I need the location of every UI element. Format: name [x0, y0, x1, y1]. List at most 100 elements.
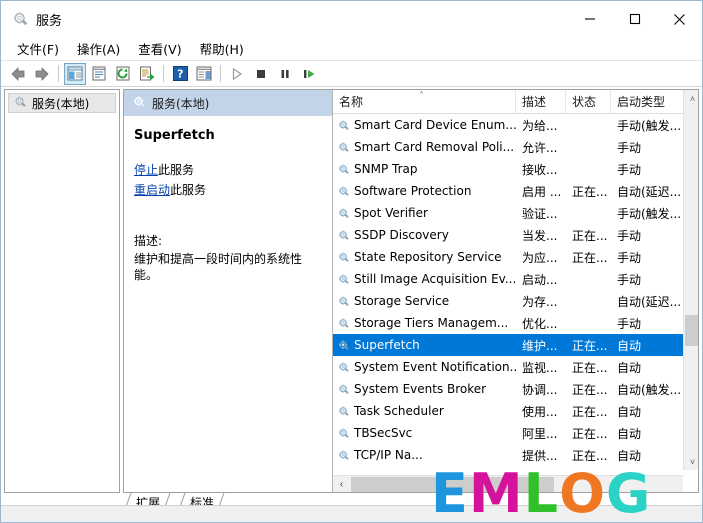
table-row[interactable]: Still Image Acquisition Ev... 启动... 手动 [333, 268, 683, 290]
tree-item-services-local[interactable]: 服务(本地) [8, 93, 116, 113]
cell-status: 正在... [572, 404, 608, 419]
toolbar: ? [1, 61, 702, 87]
minimize-button[interactable] [567, 1, 612, 37]
services-gear-icon [13, 95, 27, 112]
svg-text:?: ? [177, 68, 183, 81]
menu-bar: 文件(F) 操作(A) 查看(V) 帮助(H) [1, 37, 702, 61]
cell-service-name: TCP/IP Na... [333, 448, 516, 462]
refresh-icon[interactable] [112, 63, 134, 85]
cell-startup-type: 自动(延迟... [617, 294, 682, 309]
cell-service-name: Storage Tiers Managem... [333, 316, 516, 330]
cell-service-name: Smart Card Removal Poli... [333, 140, 516, 154]
column-header-description[interactable]: 描述 [516, 90, 566, 113]
service-name-label: System Event Notification... [354, 360, 516, 374]
export-list-icon[interactable] [136, 63, 158, 85]
list-vertical-scrollbar[interactable]: ˄ ˅ [683, 90, 698, 470]
cell-description: 监视... [522, 360, 558, 375]
cell-status: 正在... [572, 250, 608, 265]
restart-service-link[interactable]: 重启动 [134, 183, 170, 197]
menu-view[interactable]: 查看(V) [129, 36, 190, 61]
cell-status: 正在... [572, 426, 608, 441]
service-name-label: Storage Service [354, 294, 450, 308]
detail-pane-header: 服务(本地) [124, 90, 332, 116]
service-name-label: Smart Card Removal Poli... [354, 140, 515, 154]
emlog-watermark: EMLOG [431, 467, 651, 521]
table-row[interactable]: System Events Broker 协调... 正在... 自动(触发... [333, 378, 683, 400]
cell-service-name: TBSecSvc [333, 426, 516, 440]
column-header-name[interactable]: 名称 ˄ [333, 90, 516, 113]
table-row[interactable]: State Repository Service 为应... 正在... 手动 [333, 246, 683, 268]
cell-status: 正在... [572, 184, 608, 199]
table-row[interactable]: Superfetch 维护... 正在... 自动 [333, 334, 683, 356]
table-row[interactable]: Software Protection 启用 ... 正在... 自动(延迟... [333, 180, 683, 202]
properties-icon[interactable] [88, 63, 110, 85]
vertical-scroll-thumb[interactable] [685, 315, 698, 346]
service-gear-icon [337, 339, 350, 352]
stop-service-icon[interactable] [250, 63, 272, 85]
show-action-pane-icon[interactable] [193, 63, 215, 85]
table-row[interactable]: Storage Service 为存... 自动(延迟... [333, 290, 683, 312]
service-name-label: Storage Tiers Managem... [354, 316, 509, 330]
pause-service-icon[interactable] [274, 63, 296, 85]
toolbar-separator-2 [163, 65, 164, 82]
cell-description: 当发... [522, 228, 558, 243]
table-row[interactable]: SSDP Discovery 当发... 正在... 手动 [333, 224, 683, 246]
show-hide-tree-icon[interactable] [64, 62, 86, 85]
cell-description: 为给... [522, 118, 558, 133]
console-tree-pane: 服务(本地) [4, 89, 120, 493]
help-icon[interactable]: ? [169, 63, 191, 85]
start-service-icon[interactable] [226, 63, 248, 85]
forward-arrow-icon[interactable] [31, 63, 53, 85]
window-controls [567, 1, 702, 37]
restart-service-icon[interactable] [298, 63, 320, 85]
cell-description: 优化... [522, 316, 558, 331]
service-name-label: Task Scheduler [354, 404, 444, 418]
scroll-down-button[interactable]: ˅ [684, 453, 698, 470]
back-arrow-icon[interactable] [7, 63, 29, 85]
service-gear-icon [337, 273, 350, 286]
restart-service-link-row: 重启动此服务 [134, 181, 322, 198]
service-gear-icon [337, 251, 350, 264]
service-gear-icon [337, 119, 350, 132]
service-name-label: Still Image Acquisition Ev... [354, 272, 516, 286]
cell-description: 验证... [522, 206, 558, 221]
sort-ascending-icon: ˄ [419, 91, 424, 102]
table-row[interactable]: Spot Verifier 验证... 手动(触发... [333, 202, 683, 224]
window-title: 服务 [36, 13, 63, 29]
stop-service-link[interactable]: 停止 [134, 163, 158, 177]
table-row[interactable]: SNMP Trap 接收... 手动 [333, 158, 683, 180]
service-gear-icon [337, 141, 350, 154]
service-gear-icon [337, 229, 350, 242]
cell-status: 正在... [572, 448, 608, 463]
menu-help[interactable]: 帮助(H) [191, 36, 253, 61]
cell-startup-type: 自动 [617, 404, 642, 419]
table-row[interactable]: System Event Notification... 监视... 正在... 自动 [333, 356, 683, 378]
service-gear-icon [337, 427, 350, 440]
cell-service-name: Storage Service [333, 294, 516, 308]
close-button[interactable] [657, 1, 702, 37]
services-window: 服务 文件(F) 操作(A) 查看(V) 帮助(H) ? 服务(本地) 服务(本… [0, 0, 703, 523]
table-row[interactable]: Storage Tiers Managem... 优化... 手动 [333, 312, 683, 334]
column-header-startup-type[interactable]: 启动类型 [611, 90, 683, 113]
cell-service-name: Still Image Acquisition Ev... [333, 272, 516, 286]
column-header-status[interactable]: 状态 [566, 90, 611, 113]
results-pane: 服务(本地) Superfetch 停止此服务 重启动此服务 描述: 维护和提高… [123, 89, 699, 493]
service-name-label: SSDP Discovery [354, 228, 449, 242]
table-row[interactable]: Task Scheduler 使用... 正在... 自动 [333, 400, 683, 422]
scroll-up-button[interactable]: ˄ [684, 90, 698, 107]
cell-description: 维护... [522, 338, 558, 353]
cell-startup-type: 自动(触发... [617, 382, 682, 397]
maximize-button[interactable] [612, 1, 657, 37]
menu-file[interactable]: 文件(F) [8, 36, 68, 61]
cell-service-name: Smart Card Device Enum... [333, 118, 516, 132]
menu-action[interactable]: 操作(A) [68, 36, 129, 61]
service-gear-icon [337, 361, 350, 374]
stop-service-suffix: 此服务 [158, 163, 195, 177]
table-row[interactable]: TBSecSvc 阿里... 正在... 自动 [333, 422, 683, 444]
service-name-label: Smart Card Device Enum... [354, 118, 516, 132]
service-gear-icon [337, 383, 350, 396]
scroll-left-button[interactable]: ‹ [333, 476, 350, 493]
table-row[interactable]: Smart Card Removal Poli... 允许... 手动 [333, 136, 683, 158]
cell-service-name: State Repository Service [333, 250, 516, 264]
table-row[interactable]: Smart Card Device Enum... 为给... 手动(触发... [333, 114, 683, 136]
